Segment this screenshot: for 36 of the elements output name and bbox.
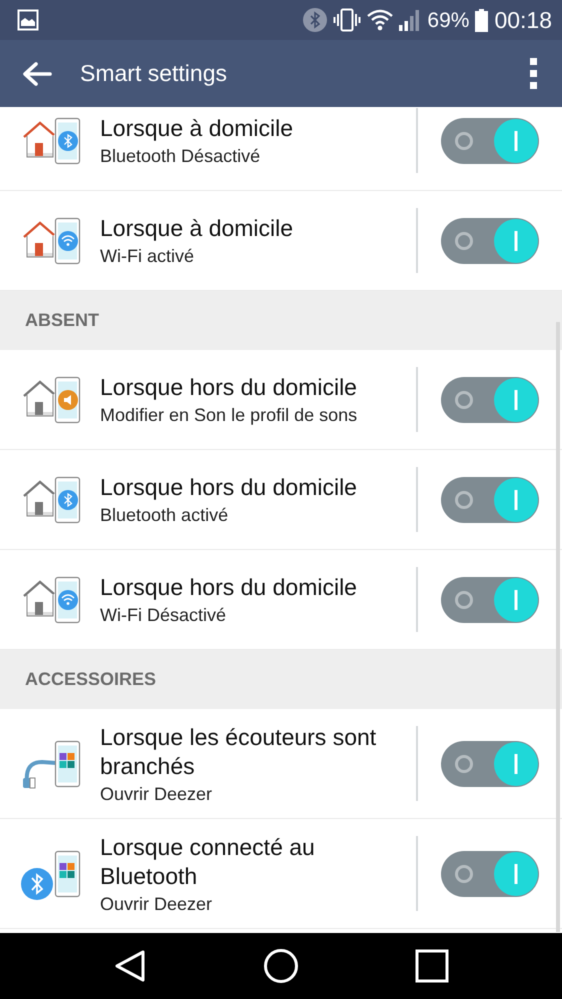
bluetooth-icon [303,8,328,32]
setting-title: Lorsque hors du domicile [100,373,358,402]
setting-summary: Wi-Fi activé [100,246,195,267]
battery-icon [475,8,488,32]
toggle-switch[interactable] [441,118,539,164]
setting-title: Lorsque hors du domicile [100,573,358,602]
section-header: ACCESSOIRES [0,650,562,709]
setting-title: Lorsque les écouteurs sont branchés [100,722,378,780]
battery-percent: 69% [427,10,470,30]
signal-icon [399,9,422,31]
setting-summary: Modifier en Son le profil de sons [100,405,358,426]
setting-title: Lorsque à domicile [100,214,294,243]
vibrate-icon [333,8,362,32]
setting-title: Lorsque connecté au Bluetooth [100,832,316,890]
toggle-switch[interactable] [441,376,539,422]
toggle-switch[interactable] [441,218,539,264]
toggle-switch[interactable] [441,576,539,622]
setting-title: Lorsque à domicile [100,114,294,143]
image-icon [17,9,39,31]
home-button[interactable] [263,948,299,984]
setting-summary: Ouvrir Deezer [100,894,214,914]
screen-title: Smart settings [80,60,228,87]
section-header: ABSENT [0,291,562,350]
back-button[interactable] [113,949,147,983]
wifi-icon [367,9,394,31]
setting-title: Lorsque hors du domicile [100,473,358,502]
setting-summary: Wi-Fi Désactivé [100,605,228,626]
toggle-switch[interactable] [441,476,539,522]
more-icon [530,58,538,90]
clock: 00:18 [494,8,552,32]
recents-button[interactable] [415,949,449,983]
setting-summary: Bluetooth Désactivé [100,146,262,167]
setting-summary: Bluetooth activé [100,505,230,526]
setting-summary: Ouvrir Deezer [100,784,214,804]
toggle-switch[interactable] [441,740,539,786]
toggle-switch[interactable] [441,850,539,896]
